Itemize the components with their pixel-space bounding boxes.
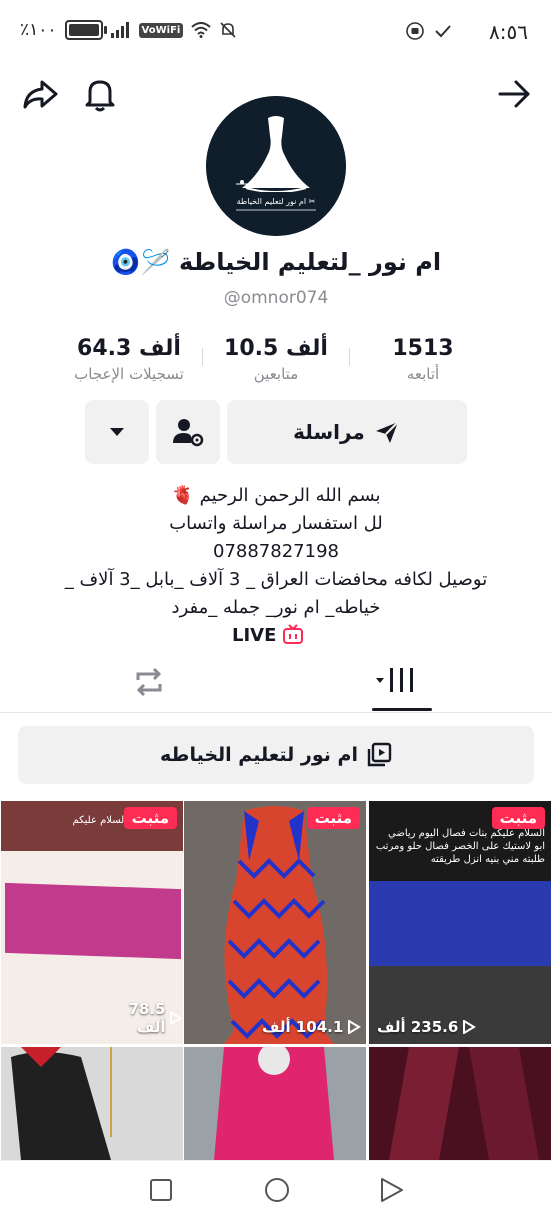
system-nav-bar <box>0 1160 552 1219</box>
stat-likes[interactable]: 64.3 ألف تسجيلات الإعجاب <box>44 336 214 383</box>
burgundy-dress-image <box>389 1047 539 1160</box>
grid-videos-icon <box>376 668 413 692</box>
share-icon[interactable] <box>20 74 60 114</box>
play-icon <box>463 1020 477 1034</box>
video-thumbnail[interactable] <box>184 1047 366 1160</box>
stat-followers-label: متابعين <box>253 365 299 383</box>
view-count: 235.6 ألف <box>377 1018 477 1036</box>
video-thumbnail[interactable] <box>369 1047 551 1160</box>
view-count-value: 235.6 ألف <box>377 1018 459 1036</box>
stat-following-label: أتابعه <box>406 365 440 383</box>
black-dress-image <box>11 1047 112 1160</box>
square-icon <box>150 1179 172 1201</box>
caret-down-icon <box>110 428 124 436</box>
bio-line: خياطه_ ام نور_ جمله _مفرد <box>171 597 381 618</box>
recent-apps-button[interactable] <box>150 1179 172 1205</box>
bio-line: بسم الله الرحمن الرحيم 🫀 <box>171 485 381 506</box>
bio-line: توصيل لكافه محافضات العراق _ 3 آلاف _باب… <box>64 569 488 590</box>
active-tab-indicator <box>372 708 432 711</box>
status-bar: ٪١٠٠ VoWiFi ٨:٥٦ <box>0 0 552 64</box>
check-icon <box>435 25 451 38</box>
view-count: 104.1 ألف <box>262 1018 362 1036</box>
dress-image <box>224 806 334 1044</box>
triangle-back-icon <box>381 1178 403 1202</box>
view-count: 78.5 ألف <box>97 1000 183 1036</box>
dress-logo-icon: ام نور لتعليم الخياطة ✂ <box>206 96 346 236</box>
video-thumbnail[interactable]: السلام عليكم بنات فصال اليوم رياضي ابو ل… <box>369 801 551 1044</box>
pinned-badge: مثبت <box>491 807 545 829</box>
profile-handle: @omnor074 <box>223 288 329 308</box>
fabric-image <box>369 881 551 966</box>
wifi-icon <box>191 22 211 38</box>
stat-following-value: 1513 <box>392 336 454 361</box>
status-right-icons <box>406 22 452 40</box>
battery-percent: ٪١٠٠ <box>20 20 57 40</box>
cast-icon <box>406 22 424 40</box>
battery-icon <box>64 20 107 40</box>
avatar[interactable]: ام نور لتعليم الخياطة ✂ <box>206 96 346 236</box>
live-link[interactable]: LIVE <box>232 624 304 646</box>
stat-followers[interactable]: 10.5 ألف متابعين <box>191 336 361 383</box>
message-label: مراسلة <box>293 420 365 444</box>
send-icon <box>375 421 399 443</box>
live-label: LIVE <box>232 624 277 646</box>
playlist-button[interactable]: ام نور لتعليم الخياطه <box>18 726 534 784</box>
avatar-caption: ام نور لتعليم الخياطة ✂ <box>237 197 316 206</box>
circle-icon <box>265 1178 289 1202</box>
pinned-badge: مثبت <box>123 807 177 829</box>
bell-icon[interactable] <box>80 74 120 114</box>
playlist-label: ام نور لتعليم الخياطه <box>160 744 358 766</box>
stat-followers-value: 10.5 ألف <box>224 336 328 361</box>
video-caption: السلام عليكم <box>72 815 127 826</box>
video-thumbnail[interactable]: مثبت 104.1 ألف <box>184 801 366 1044</box>
view-count-value: 104.1 ألف <box>262 1018 344 1036</box>
video-thumbnail[interactable]: السلام عليكم مثبت 78.5 ألف <box>1 801 183 1044</box>
suggested-accounts-button[interactable] <box>156 400 220 464</box>
profile-name: ام نور _لتعليم الخياطة 🪡🧿 <box>110 248 442 276</box>
home-button[interactable] <box>264 1177 290 1207</box>
pink-dress-image <box>214 1047 334 1160</box>
play-icon <box>170 1011 183 1025</box>
stat-likes-label: تسجيلات الإعجاب <box>74 365 184 383</box>
bio-line: لل استفسار مراسلة واتساب <box>169 513 383 534</box>
status-left: ٪١٠٠ VoWiFi <box>20 20 237 40</box>
status-time: ٨:٥٦ <box>489 20 528 44</box>
back-button[interactable] <box>380 1177 404 1207</box>
live-tv-icon <box>283 624 304 644</box>
playlist-icon <box>367 742 392 767</box>
bio-phone[interactable]: 07887827198 <box>30 538 522 566</box>
signal-icon <box>110 22 129 38</box>
tab-divider <box>0 712 552 713</box>
stat-following[interactable]: 1513 أتابعه <box>338 336 508 383</box>
message-button[interactable]: مراسلة <box>227 400 467 464</box>
more-dropdown-button[interactable] <box>85 400 149 464</box>
pinned-badge: مثبت <box>306 807 360 829</box>
fabric-pink <box>5 882 181 960</box>
vowifi-badge: VoWiFi <box>138 22 184 38</box>
video-caption: السلام عليكم بنات فصال اليوم رياضي ابو ل… <box>375 828 545 865</box>
stat-likes-value: 64.3 ألف <box>77 336 181 361</box>
repost-icon <box>136 667 162 697</box>
tab-videos[interactable] <box>374 664 418 700</box>
play-icon <box>348 1020 362 1034</box>
view-count-value: 78.5 ألف <box>128 1000 166 1036</box>
back-arrow-icon[interactable] <box>494 74 534 114</box>
tab-reposts[interactable] <box>132 666 166 702</box>
user-settings-icon <box>173 419 204 447</box>
mute-bell-icon <box>220 22 236 38</box>
video-thumbnail[interactable] <box>1 1047 183 1160</box>
